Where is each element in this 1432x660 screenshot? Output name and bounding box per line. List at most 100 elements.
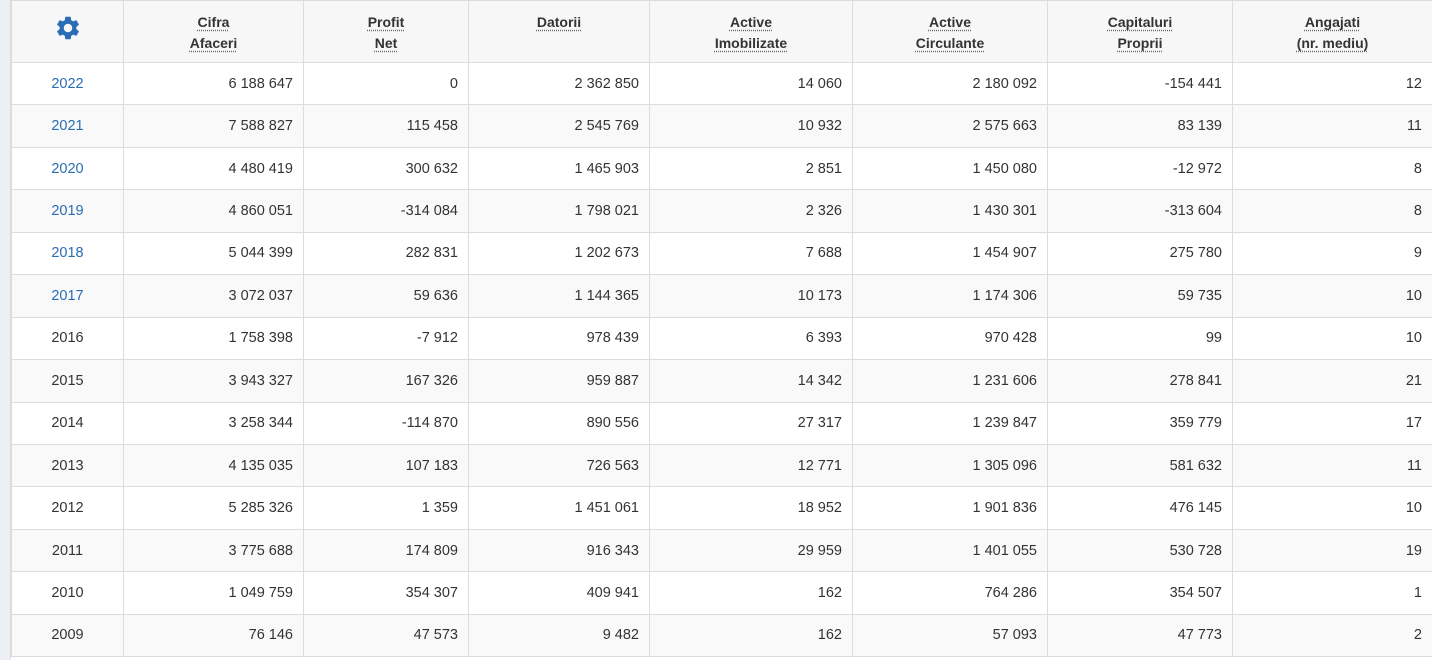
- year-label: 2011: [51, 542, 84, 559]
- cell-datorii: 2 545 769: [468, 104, 650, 148]
- cell-active-imobilizate: 6 393: [649, 316, 853, 361]
- cell-angajati: 8: [1232, 146, 1432, 191]
- cell-angajati: 2: [1232, 613, 1432, 658]
- cell-angajati: 9: [1232, 231, 1432, 276]
- year-label: 2012: [51, 500, 84, 517]
- cell-active-imobilizate: 27 317: [649, 401, 853, 445]
- cell-active-circulante: 1 901 836: [852, 486, 1048, 530]
- year-cell: 2013: [11, 443, 124, 488]
- cell-datorii: 1 798 021: [468, 189, 650, 233]
- table-body: 2022 6 188 647 0 2 362 850 14 060 2 180 092 -1…: [11, 61, 1432, 658]
- cell-profit-net: 107 183: [303, 443, 469, 488]
- header-active-imobilizate[interactable]: Active Imobilizate: [649, 0, 853, 63]
- cell-active-imobilizate: 162: [649, 613, 853, 658]
- year-cell: 2012: [11, 486, 124, 530]
- cell-active-circulante: 1 454 907: [852, 231, 1048, 276]
- cell-datorii: 409 941: [468, 571, 650, 615]
- cell-profit-net: 174 809: [303, 528, 469, 573]
- year-cell[interactable]: 2021: [11, 104, 124, 148]
- year-cell: 2009: [11, 613, 124, 658]
- table-row: 2017 3 072 037 59 636 1 144 365 10 173 1 174 …: [11, 274, 1432, 318]
- cell-active-imobilizate: 29 959: [649, 528, 853, 573]
- cell-datorii: 916 343: [468, 528, 650, 573]
- cell-angajati: 1: [1232, 571, 1432, 615]
- gear-icon[interactable]: [54, 14, 82, 42]
- year-link[interactable]: 2019: [51, 203, 83, 219]
- year-cell[interactable]: 2020: [11, 146, 124, 191]
- table-row: 2022 6 188 647 0 2 362 850 14 060 2 180 092 -1…: [11, 61, 1432, 106]
- cell-datorii: 1 202 673: [468, 231, 650, 276]
- settings-header-cell[interactable]: [11, 0, 124, 63]
- cell-angajati: 8: [1232, 189, 1432, 233]
- cell-angajati: 11: [1232, 104, 1432, 148]
- cell-capitaluri-proprii: 476 145: [1047, 486, 1233, 530]
- header-capitaluri-proprii[interactable]: Capitaluri Proprii: [1047, 0, 1233, 63]
- cell-datorii: 959 887: [468, 359, 650, 403]
- table-row: 2021 7 588 827 115 458 2 545 769 10 932 2 575…: [11, 104, 1432, 148]
- year-cell[interactable]: 2022: [11, 61, 124, 106]
- cell-capitaluri-proprii: 99: [1047, 316, 1233, 361]
- cell-active-circulante: 1 305 096: [852, 443, 1048, 488]
- cell-capitaluri-proprii: 83 139: [1047, 104, 1233, 148]
- cell-datorii: 890 556: [468, 401, 650, 445]
- header-profit-net[interactable]: Profit Net: [303, 0, 469, 63]
- cell-profit-net: 115 458: [303, 104, 469, 148]
- year-link[interactable]: 2018: [51, 245, 83, 261]
- cell-profit-net: 282 831: [303, 231, 469, 276]
- cell-active-circulante: 2 180 092: [852, 61, 1048, 106]
- cell-cifra-afaceri: 1 758 398: [123, 316, 304, 361]
- header-datorii[interactable]: Datorii: [468, 0, 650, 63]
- year-link[interactable]: 2017: [51, 288, 83, 304]
- cell-cifra-afaceri: 5 044 399: [123, 231, 304, 276]
- table-row: 2018 5 044 399 282 831 1 202 673 7 688 1 454 …: [11, 231, 1432, 276]
- cell-active-circulante: 970 428: [852, 316, 1048, 361]
- year-cell: 2016: [11, 316, 124, 361]
- cell-angajati: 10: [1232, 274, 1432, 318]
- year-label: 2016: [51, 330, 84, 347]
- table-row: 2012 5 285 326 1 359 1 451 061 18 952 1 901 8…: [11, 486, 1432, 530]
- cell-datorii: 726 563: [468, 443, 650, 488]
- table-row: 2010 1 049 759 354 307 409 941 162 764 286 354…: [11, 571, 1432, 615]
- cell-capitaluri-proprii: 581 632: [1047, 443, 1233, 488]
- cell-profit-net: -7 912: [303, 316, 469, 361]
- year-link[interactable]: 2022: [51, 76, 83, 92]
- cell-cifra-afaceri: 4 480 419: [123, 146, 304, 191]
- cell-profit-net: -114 870: [303, 401, 469, 445]
- year-cell[interactable]: 2017: [11, 274, 124, 318]
- table-row: 2020 4 480 419 300 632 1 465 903 2 851 1 450 …: [11, 146, 1432, 191]
- year-label: 2009: [51, 627, 84, 644]
- cell-datorii: 2 362 850: [468, 61, 650, 106]
- cell-profit-net: 167 326: [303, 359, 469, 403]
- cell-active-imobilizate: 10 932: [649, 104, 853, 148]
- cell-capitaluri-proprii: 354 507: [1047, 571, 1233, 615]
- header-cifra-afaceri[interactable]: Cifra Afaceri: [123, 0, 304, 63]
- cell-active-circulante: 57 093: [852, 613, 1048, 658]
- cell-capitaluri-proprii: -12 972: [1047, 146, 1233, 191]
- year-cell[interactable]: 2019: [11, 189, 124, 233]
- cell-active-imobilizate: 12 771: [649, 443, 853, 488]
- header-angajati[interactable]: Angajati (nr. mediu): [1232, 0, 1432, 63]
- cell-active-circulante: 2 575 663: [852, 104, 1048, 148]
- cell-active-circulante: 1 239 847: [852, 401, 1048, 445]
- year-label: 2013: [51, 457, 84, 474]
- cell-profit-net: 0: [303, 61, 469, 106]
- cell-angajati: 11: [1232, 443, 1432, 488]
- cell-profit-net: 47 573: [303, 613, 469, 658]
- cell-cifra-afaceri: 3 943 327: [123, 359, 304, 403]
- year-link[interactable]: 2020: [51, 161, 83, 177]
- table-row: 2011 3 775 688 174 809 916 343 29 959 1 401 0…: [11, 528, 1432, 573]
- header-active-circulante[interactable]: Active Circulante: [852, 0, 1048, 63]
- cell-active-imobilizate: 14 060: [649, 61, 853, 106]
- table-row: 2015 3 943 327 167 326 959 887 14 342 1 231 6…: [11, 359, 1432, 403]
- year-cell[interactable]: 2018: [11, 231, 124, 276]
- cell-cifra-afaceri: 3 072 037: [123, 274, 304, 318]
- cell-active-imobilizate: 162: [649, 571, 853, 615]
- cell-angajati: 19: [1232, 528, 1432, 573]
- cell-angajati: 21: [1232, 359, 1432, 403]
- cell-datorii: 9 482: [468, 613, 650, 658]
- cell-datorii: 1 451 061: [468, 486, 650, 530]
- year-cell: 2011: [11, 528, 124, 573]
- cell-capitaluri-proprii: 278 841: [1047, 359, 1233, 403]
- year-link[interactable]: 2021: [51, 118, 83, 134]
- year-cell: 2015: [11, 359, 124, 403]
